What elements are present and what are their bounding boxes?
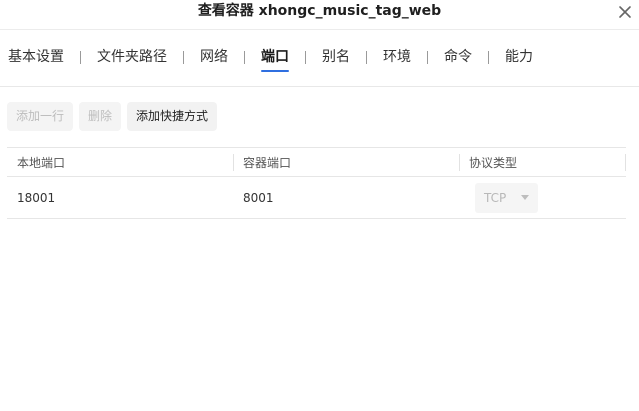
tab-capabilities[interactable]: 能力 [489, 46, 549, 68]
close-icon[interactable] [617, 4, 633, 20]
add-row-button[interactable]: 添加一行 [7, 102, 74, 131]
delete-button[interactable]: 删除 [79, 102, 122, 131]
table-header-row: 本地端口 容器端口 协议类型 [7, 147, 626, 176]
tab-command[interactable]: 命令 [428, 46, 488, 68]
tab-basic-settings[interactable]: 基本设置 [0, 46, 80, 68]
column-separator[interactable] [459, 154, 460, 171]
header-protocol: 协议类型 [469, 155, 518, 170]
tab-network[interactable]: 网络 [184, 46, 244, 68]
tabs-divider [0, 86, 639, 87]
title-divider [0, 29, 639, 30]
table-row[interactable]: 18001 8001 TCP [7, 176, 626, 219]
container-port-cell: 8001 [243, 190, 274, 205]
tab-bar: 基本设置 文件夹路径 网络 端口 别名 环境 命令 能力 [0, 44, 549, 72]
local-port-cell: 18001 [17, 190, 56, 205]
tab-environment[interactable]: 环境 [367, 46, 427, 68]
dialog-title: 查看容器 xhongc_music_tag_web [197, 3, 442, 19]
port-toolbar: 添加一行 删除 添加快捷方式 [7, 102, 218, 131]
protocol-cell: TCP [469, 177, 619, 218]
header-local-port: 本地端口 [17, 155, 66, 170]
protocol-select[interactable]: TCP [475, 182, 538, 213]
container-dialog: 查看容器 xhongc_music_tag_web 基本设置 文件夹路径 网络 … [0, 0, 639, 411]
caret-down-icon [521, 194, 529, 200]
ports-table: 本地端口 容器端口 协议类型 18001 8001 TCP [7, 147, 626, 219]
column-separator[interactable] [625, 154, 626, 171]
header-container-port: 容器端口 [243, 155, 292, 170]
protocol-select-value: TCP [484, 190, 507, 205]
tab-ports[interactable]: 端口 [245, 46, 305, 72]
column-separator[interactable] [233, 154, 234, 171]
tab-aliases[interactable]: 别名 [306, 46, 366, 68]
tab-folder-paths[interactable]: 文件夹路径 [81, 46, 183, 68]
add-shortcut-button[interactable]: 添加快捷方式 [127, 102, 218, 131]
